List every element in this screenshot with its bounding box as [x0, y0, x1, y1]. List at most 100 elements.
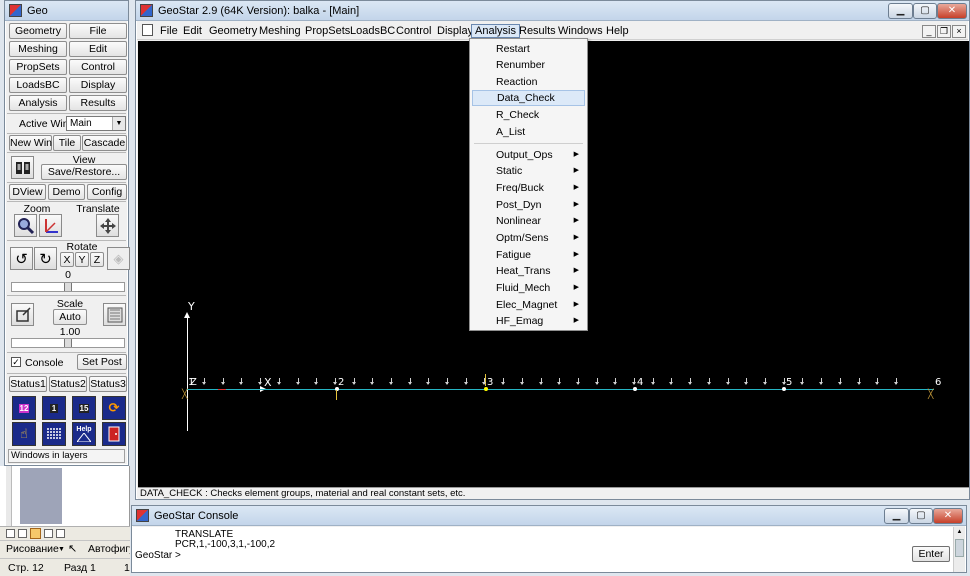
- menu-loadsbc[interactable]: LoadsBC: [347, 24, 398, 38]
- active-win-select[interactable]: Main ▼: [66, 116, 126, 131]
- new-win-button[interactable]: New Win: [9, 135, 52, 151]
- zoom-window-icon[interactable]: [14, 214, 37, 237]
- console-maximize-button[interactable]: ▢: [909, 508, 933, 524]
- scale-slider-thumb[interactable]: [64, 339, 72, 347]
- tile-button[interactable]: Tile: [53, 135, 81, 151]
- palette-control-button[interactable]: Control: [69, 59, 127, 75]
- menu-item-freq-buck[interactable]: Freq/Buck ▶: [472, 180, 585, 196]
- menu-geometry[interactable]: Geometry: [206, 24, 260, 38]
- menu-analysis[interactable]: Analysis: [471, 24, 520, 38]
- config-button[interactable]: Config: [87, 184, 127, 200]
- set-post-button[interactable]: Set Post: [77, 354, 127, 370]
- status2-button[interactable]: Status2: [49, 376, 87, 392]
- palette-propsets-button[interactable]: PropSets: [9, 59, 67, 75]
- palette-meshing-button[interactable]: Meshing: [9, 41, 67, 57]
- menu-item-restart[interactable]: Restart: [472, 41, 585, 57]
- status3-button[interactable]: Status3: [89, 376, 127, 392]
- print-view-icon[interactable]: [30, 528, 41, 539]
- exit-door-icon[interactable]: [102, 422, 126, 446]
- rotate-cw-icon[interactable]: ↻: [34, 247, 57, 270]
- select-pointer-icon[interactable]: ↖: [68, 541, 77, 558]
- menu-edit[interactable]: Edit: [180, 24, 205, 38]
- rotate-x-button[interactable]: X: [60, 252, 74, 267]
- scroll-up-icon[interactable]: ▲: [954, 527, 965, 537]
- list-table-icon[interactable]: [42, 422, 66, 446]
- palette-titlebar[interactable]: Geo: [5, 1, 128, 21]
- menu-help[interactable]: Help: [603, 24, 632, 38]
- refresh-tool-icon[interactable]: ⟳: [102, 396, 126, 420]
- normal-view-icon[interactable]: [6, 529, 15, 538]
- drawing-menu[interactable]: Рисование: [6, 541, 59, 558]
- save-restore-button[interactable]: Save/Restore...: [41, 164, 127, 180]
- palette-display-button[interactable]: Display: [69, 77, 127, 93]
- axes-label-icon[interactable]: 15: [72, 396, 96, 420]
- console-output-area[interactable]: TRANSLATE PCR,1,-100,3,1,-100,2 GeoStar …: [133, 527, 965, 572]
- scroll-thumb[interactable]: [955, 539, 964, 557]
- translate-icon[interactable]: [96, 214, 119, 237]
- palette-loadsbc-button[interactable]: LoadsBC: [9, 77, 67, 93]
- rotate-ccw-icon[interactable]: ↺: [10, 247, 33, 270]
- dview-button[interactable]: DView: [9, 184, 46, 200]
- rotate-z-button[interactable]: Z: [90, 252, 104, 267]
- demo-button[interactable]: Demo: [48, 184, 85, 200]
- menu-propsets[interactable]: PropSets: [302, 24, 353, 38]
- web-view-icon[interactable]: [18, 529, 27, 538]
- bc-label-icon[interactable]: 1: [42, 396, 66, 420]
- group-label-icon[interactable]: 12: [12, 396, 36, 420]
- palette-results-button[interactable]: Results: [69, 95, 127, 111]
- enter-button[interactable]: Enter: [912, 546, 950, 562]
- palette-edit-button[interactable]: Edit: [69, 41, 127, 57]
- zoom-axes-icon[interactable]: [39, 214, 62, 237]
- console-titlebar[interactable]: GeoStar Console: [132, 506, 966, 526]
- rotate-lock-icon[interactable]: ◈: [107, 247, 130, 270]
- rotate-slider[interactable]: [11, 282, 125, 292]
- main-titlebar[interactable]: GeoStar 2.9 (64K Version): balka - [Main…: [136, 1, 969, 21]
- reading-view-icon[interactable]: [56, 529, 65, 538]
- mdi-restore-button[interactable]: ❐: [937, 25, 951, 38]
- palette-geometry-button[interactable]: Geometry: [9, 23, 67, 39]
- pick-hand-icon[interactable]: ☝: [12, 422, 36, 446]
- console-minimize-button[interactable]: ▁: [884, 508, 909, 524]
- scale-slider[interactable]: [11, 338, 125, 348]
- view-icon[interactable]: [11, 156, 34, 179]
- menu-item-output-ops[interactable]: Output_Ops ▶: [472, 147, 585, 163]
- help-icon[interactable]: Help: [72, 422, 96, 446]
- chevron-down-icon[interactable]: ▼: [112, 117, 125, 130]
- menu-item-hf-emag[interactable]: HF_Emag ▶: [472, 313, 585, 329]
- mdi-close-button[interactable]: ×: [952, 25, 966, 38]
- maximize-button[interactable]: ▢: [913, 3, 937, 19]
- menu-item-r-check[interactable]: R_Check: [472, 107, 585, 123]
- cascade-button[interactable]: Cascade: [82, 135, 127, 151]
- scale-auto-button[interactable]: Auto: [53, 309, 87, 325]
- console-scrollbar[interactable]: ▲: [953, 527, 965, 572]
- palette-file-button[interactable]: File: [69, 23, 127, 39]
- status1-button[interactable]: Status1: [9, 376, 47, 392]
- menu-item-heat-trans[interactable]: Heat_Trans ▶: [472, 263, 585, 279]
- autoshapes-menu[interactable]: Автофигу: [88, 541, 130, 558]
- menu-item-fluid-mech[interactable]: Fluid_Mech ▶: [472, 280, 585, 296]
- scale-box-icon[interactable]: [11, 303, 34, 326]
- menu-item-data-check[interactable]: Data_Check: [472, 90, 585, 106]
- mdi-minimize-button[interactable]: _: [922, 25, 936, 38]
- console-close-button[interactable]: ✕: [933, 508, 963, 524]
- palette-analysis-button[interactable]: Analysis: [9, 95, 67, 111]
- menu-item-renumber[interactable]: Renumber: [472, 57, 585, 73]
- menu-item-static[interactable]: Static ▶: [472, 163, 585, 179]
- menu-display[interactable]: Display: [434, 24, 476, 38]
- chevron-down-icon[interactable]: ▼: [58, 541, 65, 558]
- menu-control[interactable]: Control: [393, 24, 434, 38]
- menu-item-elec-magnet[interactable]: Elec_Magnet ▶: [472, 297, 585, 313]
- rotate-slider-thumb[interactable]: [64, 283, 72, 291]
- scale-grid-icon[interactable]: [103, 303, 126, 326]
- outline-view-icon[interactable]: [44, 529, 53, 538]
- menu-item-nonlinear[interactable]: Nonlinear ▶: [472, 213, 585, 229]
- menu-item-a-list[interactable]: A_List: [472, 124, 585, 140]
- rotate-y-button[interactable]: Y: [75, 252, 89, 267]
- menu-file[interactable]: File: [157, 24, 181, 38]
- menu-results[interactable]: Results: [516, 24, 559, 38]
- menu-item-optm-sens[interactable]: Optm/Sens ▶: [472, 230, 585, 246]
- console-checkbox[interactable]: ✓: [11, 357, 21, 367]
- menu-item-post-dyn[interactable]: Post_Dyn ▶: [472, 197, 585, 213]
- close-button[interactable]: ✕: [937, 3, 967, 19]
- minimize-button[interactable]: ▁: [888, 3, 913, 19]
